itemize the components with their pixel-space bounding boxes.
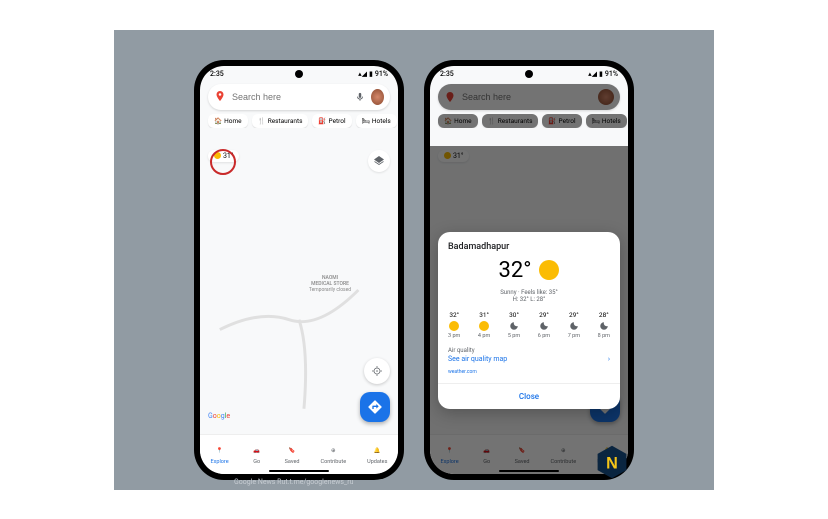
svg-text:N: N xyxy=(606,454,618,472)
nav-updates[interactable]: 🔔 Updates xyxy=(367,444,387,465)
front-camera xyxy=(295,70,303,78)
hour-item: 29°7 pm xyxy=(568,311,580,339)
sun-icon xyxy=(449,321,459,331)
weather-temp: 32° xyxy=(499,258,532,283)
maps-pin-icon xyxy=(214,87,226,106)
air-quality-link[interactable]: See air quality map› xyxy=(448,355,610,363)
account-avatar[interactable] xyxy=(371,89,384,105)
poi-label[interactable]: NAOMI MEDICAL STORE Temporarily closed xyxy=(309,275,351,293)
weather-pill-temp: 31° xyxy=(223,152,233,160)
nav-explore[interactable]: 📍 Explore xyxy=(211,444,229,465)
home-indicator[interactable] xyxy=(269,470,329,472)
status-time: 2:35 xyxy=(210,70,224,78)
sun-icon xyxy=(539,260,559,280)
mic-icon[interactable] xyxy=(355,87,365,106)
moon-icon xyxy=(509,321,519,331)
nav-contribute[interactable]: ⊕ Contribute xyxy=(321,444,347,465)
hour-item: 29°6 pm xyxy=(538,311,550,339)
moon-icon xyxy=(539,321,549,331)
poi-sub: Temporarily closed xyxy=(309,287,351,293)
nav-go[interactable]: 🚗 Go xyxy=(250,444,264,465)
poi-name: NAOMI MEDICAL STORE xyxy=(309,275,351,287)
bottom-nav: 📍 Explore 🚗 Go 🔖 Saved ⊕ Contribute 🔔 xyxy=(200,434,398,474)
layers-button[interactable] xyxy=(368,150,390,172)
weather-pill[interactable]: 31° xyxy=(208,150,239,162)
chip-restaurants[interactable]: 🍴Restaurants xyxy=(252,114,309,128)
google-attribution: Google xyxy=(208,412,230,420)
status-battery-icon: ▮ xyxy=(369,70,373,78)
front-camera xyxy=(525,70,533,78)
hour-item: 28°8 pm xyxy=(598,311,610,339)
image-credit: Google News Rut.t.me/googlenews_ru xyxy=(234,478,353,486)
air-quality-label: Air quality xyxy=(448,347,610,354)
weather-condition: Sunny · Feels like: 35° xyxy=(448,289,610,296)
chip-home[interactable]: 🏠Home xyxy=(208,114,248,128)
phone-left: 2:35 ▴◢ ▮ 91% 🏠Home 🍴Restauran xyxy=(194,60,404,480)
pin-icon: 📍 xyxy=(213,444,227,458)
category-chips: 🏠Home 🍴Restaurants ⛽Petrol 🛏Hotels xyxy=(200,114,398,128)
search-input[interactable] xyxy=(232,92,349,102)
nav-saved[interactable]: 🔖 Saved xyxy=(285,444,300,465)
bookmark-icon: 🔖 xyxy=(285,444,299,458)
hourly-forecast: 32°3 pm 31°4 pm 30°5 pm 29°6 pm 29°7 pm … xyxy=(448,311,610,339)
sun-icon xyxy=(479,321,489,331)
hour-item: 32°3 pm xyxy=(448,311,460,339)
directions-fab[interactable] xyxy=(360,392,390,422)
plus-icon: ⊕ xyxy=(326,444,340,458)
moon-icon xyxy=(599,321,609,331)
chip-hotels[interactable]: 🛏Hotels xyxy=(356,114,397,128)
status-battery: 91% xyxy=(375,70,388,78)
map-canvas[interactable]: 31° NAOMI MEDICAL STORE Temporarily clos… xyxy=(200,146,398,434)
hour-item: 30°5 pm xyxy=(508,311,520,339)
locate-button[interactable] xyxy=(364,358,390,384)
weather-location: Badamadhapur xyxy=(448,242,610,252)
weather-card: Badamadhapur 32° Sunny · Feels like: 35°… xyxy=(438,232,620,409)
source-badge-icon: N xyxy=(594,444,630,480)
weather-hilo: H: 32° L: 28° xyxy=(448,296,610,303)
home-indicator[interactable] xyxy=(499,470,559,472)
close-button[interactable]: Close xyxy=(438,383,620,409)
chevron-right-icon: › xyxy=(608,355,610,363)
moon-icon xyxy=(569,321,579,331)
sun-icon xyxy=(214,152,221,159)
chip-petrol[interactable]: ⛽Petrol xyxy=(312,114,351,128)
bell-icon: 🔔 xyxy=(370,444,384,458)
weather-source[interactable]: weather.com xyxy=(448,369,610,375)
phone-right: 2:35 ▴◢▮91% 🏠Home 🍴Restaurants ⛽Petrol 🛏… xyxy=(424,60,634,480)
status-signal-icon: ▴◢ xyxy=(358,70,367,78)
go-icon: 🚗 xyxy=(250,444,264,458)
search-bar[interactable] xyxy=(208,84,390,110)
hour-item: 31°4 pm xyxy=(478,311,490,339)
